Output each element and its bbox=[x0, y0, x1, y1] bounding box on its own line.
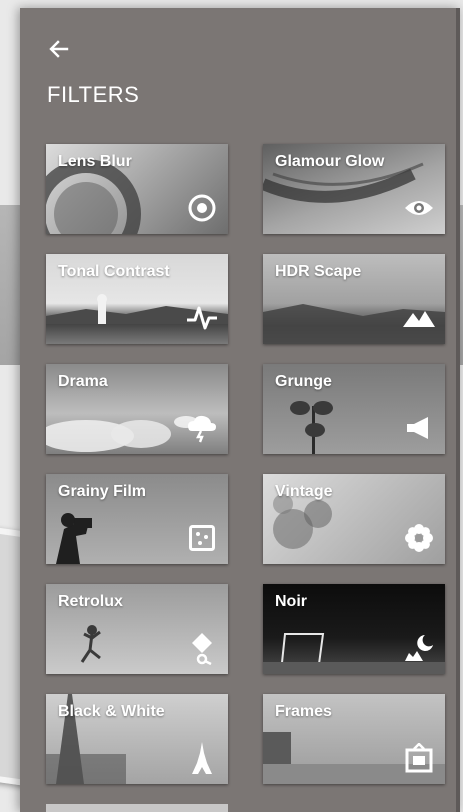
page-title: FILTERS bbox=[47, 82, 140, 107]
filter-tile-retrolux[interactable]: Retrolux bbox=[46, 584, 228, 674]
filter-tile-drama[interactable]: Drama bbox=[46, 364, 228, 454]
filter-tile-black-white[interactable]: Black & White bbox=[46, 694, 228, 784]
frame-icon bbox=[403, 742, 435, 774]
storm-cloud-icon bbox=[186, 412, 218, 444]
filter-label: Noir bbox=[275, 593, 307, 610]
filter-tile-lens-blur[interactable]: Lens Blur bbox=[46, 144, 228, 234]
pulse-icon bbox=[186, 302, 218, 334]
filter-label: Vintage bbox=[275, 483, 333, 500]
filter-tile-tonal-contrast[interactable]: Tonal Contrast bbox=[46, 254, 228, 344]
filters-panel: FILTERS Lens Blur Glamour Glow Tonal Con… bbox=[20, 8, 460, 812]
filter-label: Frames bbox=[275, 703, 332, 720]
filter-label: HDR Scape bbox=[275, 263, 362, 280]
film-grain-icon bbox=[186, 522, 218, 554]
filter-label: Lens Blur bbox=[58, 153, 132, 170]
megaphone-icon bbox=[403, 412, 435, 444]
filter-tile-grunge[interactable]: Grunge bbox=[263, 364, 445, 454]
moon-night-icon bbox=[403, 632, 435, 664]
target-icon bbox=[186, 192, 218, 224]
filter-label: Black & White bbox=[58, 703, 165, 720]
next-filter-tile-partial bbox=[46, 804, 228, 812]
arrow-left-icon bbox=[49, 40, 69, 58]
filter-tile-glamour-glow[interactable]: Glamour Glow bbox=[263, 144, 445, 234]
filter-tile-hdr-scape[interactable]: HDR Scape bbox=[263, 254, 445, 344]
eiffel-tower-icon bbox=[186, 742, 218, 774]
retrolux-icon bbox=[186, 632, 218, 665]
filter-tile-grainy-film[interactable]: Grainy Film bbox=[46, 474, 228, 564]
filter-label: Retrolux bbox=[58, 593, 123, 610]
filter-tile-noir[interactable]: Noir bbox=[263, 584, 445, 674]
mountain-icon bbox=[403, 302, 435, 334]
filter-label: Tonal Contrast bbox=[58, 263, 170, 280]
filters-grid: Lens Blur Glamour Glow Tonal Contrast HD… bbox=[46, 144, 445, 784]
filter-label: Grainy Film bbox=[58, 483, 147, 500]
filter-label: Grunge bbox=[275, 373, 332, 390]
filter-label: Glamour Glow bbox=[275, 153, 385, 170]
back-button[interactable] bbox=[44, 34, 74, 64]
filter-tile-frames[interactable]: Frames bbox=[263, 694, 445, 784]
filter-tile-vintage[interactable]: Vintage bbox=[263, 474, 445, 564]
flower-icon bbox=[403, 522, 435, 554]
eye-icon bbox=[403, 192, 435, 224]
panel-edge bbox=[456, 8, 460, 812]
filter-label: Drama bbox=[58, 373, 108, 390]
